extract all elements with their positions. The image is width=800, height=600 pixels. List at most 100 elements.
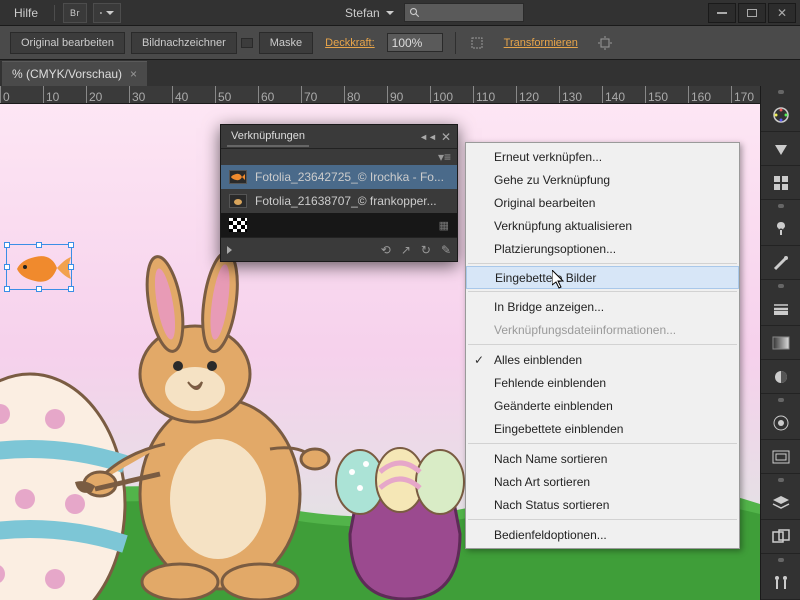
- menu-item-label: Eingebettete einblenden: [494, 422, 623, 436]
- layers-panel-icon[interactable]: [761, 486, 800, 520]
- arrange-documents-button[interactable]: [93, 3, 121, 23]
- color-guide-panel-icon[interactable]: [761, 132, 800, 166]
- minimize-icon: [717, 12, 727, 14]
- menu-item-label: Nach Name sortieren: [494, 452, 607, 466]
- user-name: Stefan: [345, 6, 380, 20]
- menu-item[interactable]: Gehe zu Verknüpfung: [466, 168, 739, 191]
- links-panel-item[interactable]: Fotolia_23642725_© Irochka - Fo...: [221, 165, 457, 189]
- misc-panel-icon[interactable]: [761, 566, 800, 600]
- menu-item: Verknüpfungsdateiinformationen...: [466, 318, 739, 341]
- image-info-icon[interactable]: ▦: [439, 219, 449, 232]
- dock-handle[interactable]: [778, 558, 784, 562]
- minimize-button[interactable]: [708, 3, 736, 23]
- expand-icon[interactable]: [227, 246, 232, 254]
- close-tab-icon[interactable]: ×: [130, 68, 137, 80]
- menu-item[interactable]: Original bearbeiten: [466, 191, 739, 214]
- document-tab[interactable]: % (CMYK/Vorschau) ×: [2, 61, 147, 86]
- ruler-tick: 40: [172, 86, 188, 104]
- appearance-panel-icon[interactable]: [761, 406, 800, 440]
- context-menu: Erneut verknüpfen... Gehe zu VerknüpfungO…: [465, 142, 740, 549]
- user-menu[interactable]: Stefan: [345, 6, 394, 20]
- opacity-label[interactable]: Deckkraft:: [319, 37, 381, 49]
- relink-icon[interactable]: ⟲: [381, 243, 391, 257]
- menu-item[interactable]: ✓Alles einblenden: [466, 348, 739, 371]
- panel-collapse-icon[interactable]: ◄◄: [419, 132, 437, 142]
- menu-separator: [468, 519, 737, 520]
- menu-item[interactable]: Geänderte einblenden: [466, 394, 739, 417]
- menu-hilfe[interactable]: Hilfe: [4, 0, 48, 25]
- dock-handle[interactable]: [778, 90, 784, 94]
- update-link-icon[interactable]: ↻: [421, 243, 431, 257]
- artboards-panel-icon[interactable]: [761, 520, 800, 554]
- document-tabs: % (CMYK/Vorschau) ×: [0, 60, 800, 86]
- bridge-button[interactable]: Br: [63, 3, 87, 23]
- menu-item[interactable]: Nach Name sortieren: [466, 447, 739, 470]
- menu-item[interactable]: Nach Status sortieren: [466, 493, 739, 516]
- opacity-field[interactable]: 100%: [387, 33, 443, 52]
- ruler-horizontal[interactable]: 0102030405060708090100110120130140150160…: [0, 86, 760, 104]
- dock-handle[interactable]: [778, 398, 784, 402]
- link-thumbnail: [229, 194, 247, 208]
- ruler-tick: 170: [731, 86, 754, 104]
- ruler-tick: 100: [430, 86, 453, 104]
- menu-item[interactable]: Eingebettete einblenden: [466, 417, 739, 440]
- search-input[interactable]: [404, 3, 524, 22]
- menu-item[interactable]: In Bridge anzeigen...: [466, 295, 739, 318]
- transparency-panel-icon[interactable]: [761, 360, 800, 394]
- panel-close-icon[interactable]: ✕: [441, 130, 451, 144]
- image-trace-button[interactable]: Bildnachzeichner: [131, 32, 237, 54]
- color-panel-icon[interactable]: [761, 98, 800, 132]
- menu-item[interactable]: Erneut verknüpfen...: [466, 145, 739, 168]
- links-panel: Verknüpfungen ◄◄ ✕ ▾≡ Fotolia_23642725_©…: [220, 124, 458, 262]
- links-panel-footer: ⟲ ↗ ↻ ✎: [221, 237, 457, 261]
- edit-original-button[interactable]: Original bearbeiten: [10, 32, 125, 54]
- links-panel-item[interactable]: Fotolia_21638707_© frankopper...: [221, 189, 457, 213]
- dock-handle[interactable]: [778, 284, 784, 288]
- symbols-panel-icon[interactable]: [761, 212, 800, 246]
- maximize-icon: [747, 9, 757, 17]
- brushes-panel-icon[interactable]: [761, 246, 800, 280]
- ruler-tick: 20: [86, 86, 102, 104]
- edit-original-icon[interactable]: ✎: [441, 243, 451, 257]
- swatches-panel-icon[interactable]: [761, 166, 800, 200]
- mask-button[interactable]: Maske: [259, 32, 313, 54]
- separator: [54, 5, 55, 21]
- graphic-styles-panel-icon[interactable]: [761, 440, 800, 474]
- stroke-panel-icon[interactable]: [761, 292, 800, 326]
- menu-item-label: Erneut verknüpfen...: [494, 150, 602, 164]
- links-panel-preview-row: ▦: [221, 213, 457, 237]
- ruler-tick: 0: [0, 86, 10, 104]
- isolate-icon[interactable]: [596, 34, 614, 52]
- menu-item-label: In Bridge anzeigen...: [494, 300, 604, 314]
- panel-menu-icon[interactable]: ▾≡: [438, 150, 451, 164]
- menu-separator: [468, 263, 737, 264]
- control-bar: Original bearbeiten Bildnachzeichner Mas…: [0, 26, 800, 60]
- menu-item[interactable]: Verknüpfung aktualisieren: [466, 214, 739, 237]
- image-trace-dropdown[interactable]: [241, 38, 253, 48]
- ruler-tick: 150: [645, 86, 668, 104]
- crop-icon[interactable]: [468, 34, 486, 52]
- selection-bounding-box[interactable]: [6, 244, 72, 290]
- link-label: Fotolia_21638707_© frankopper...: [255, 194, 437, 208]
- check-icon: ✓: [474, 353, 484, 367]
- menu-item[interactable]: Bedienfeldoptionen...: [466, 523, 739, 546]
- menu-item[interactable]: Eingebettete Bilder: [466, 266, 739, 289]
- links-panel-header[interactable]: Verknüpfungen ◄◄ ✕: [221, 125, 457, 149]
- ruler-tick: 160: [688, 86, 711, 104]
- menu-item[interactable]: Fehlende einblenden: [466, 371, 739, 394]
- close-button[interactable]: ✕: [768, 3, 796, 23]
- gradient-panel-icon[interactable]: [761, 326, 800, 360]
- ruler-tick: 130: [559, 86, 582, 104]
- links-panel-title: Verknüpfungen: [227, 127, 309, 147]
- menu-item-label: Platzierungsoptionen...: [494, 242, 616, 256]
- ruler-tick: 140: [602, 86, 625, 104]
- dock-handle[interactable]: [778, 478, 784, 482]
- menu-item[interactable]: Nach Art sortieren: [466, 470, 739, 493]
- goto-link-icon[interactable]: ↗: [401, 243, 411, 257]
- maximize-button[interactable]: [738, 3, 766, 23]
- dock-handle[interactable]: [778, 204, 784, 208]
- close-icon: ✕: [777, 6, 787, 20]
- menu-item-label: Fehlende einblenden: [494, 376, 606, 390]
- transform-link[interactable]: Transformieren: [498, 37, 584, 49]
- menu-item[interactable]: Platzierungsoptionen...: [466, 237, 739, 260]
